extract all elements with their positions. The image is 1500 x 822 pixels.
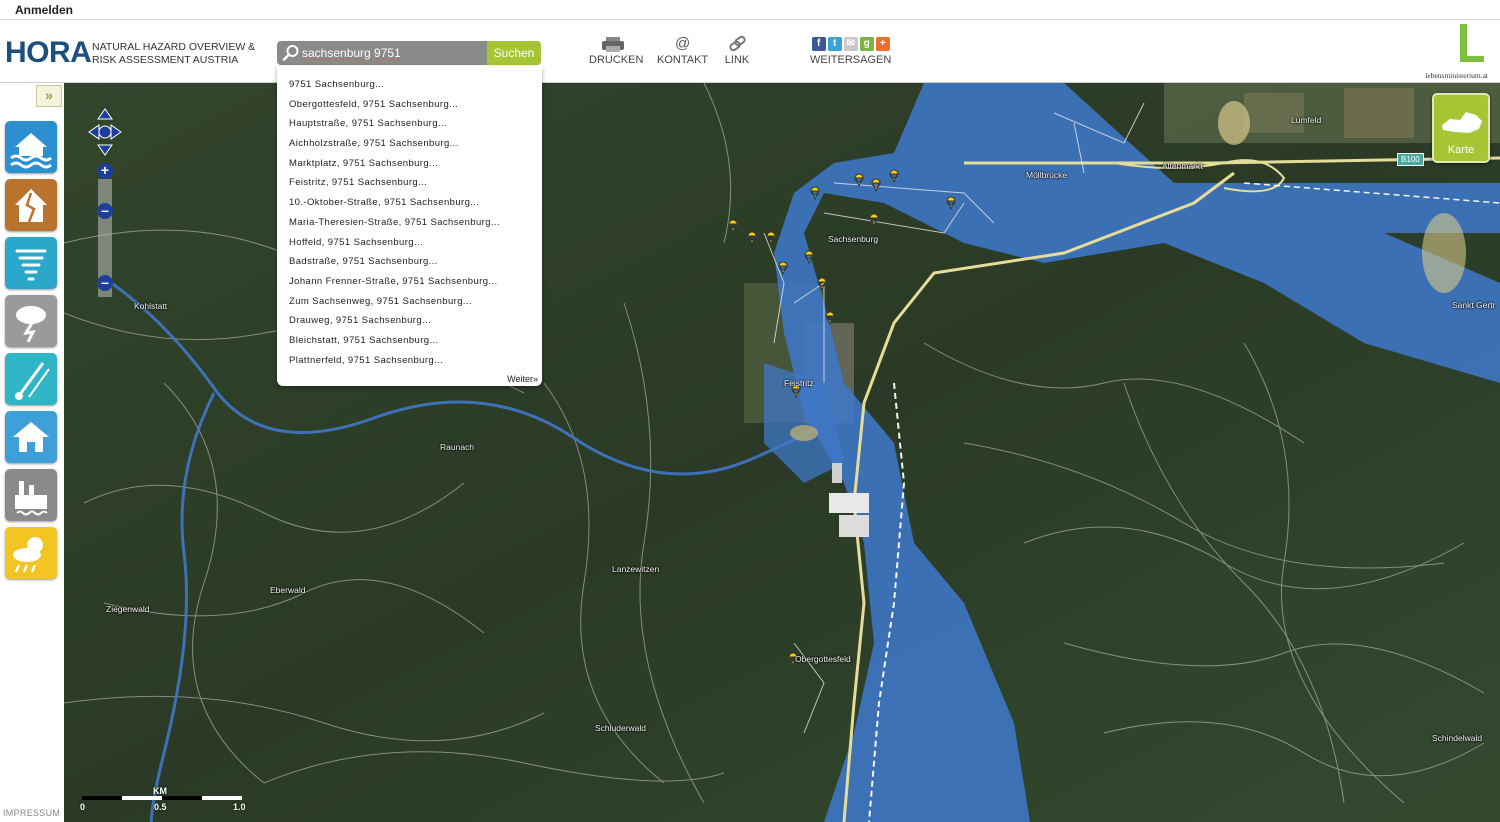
hail-icon — [15, 362, 50, 400]
place-label: Möllbrücke — [1026, 170, 1068, 180]
earthquake-hazard-button[interactable] — [5, 179, 57, 231]
contact-button[interactable]: @ KONTAKT — [657, 34, 708, 66]
zoom-out-button[interactable]: – — [97, 275, 113, 291]
earthquake-house-icon — [15, 189, 47, 223]
industry-hazard-button[interactable] — [5, 469, 57, 521]
scale-label: 0.5 — [154, 802, 167, 812]
header: HORA NATURAL HAZARD OVERVIEW & RISK ASSE… — [0, 20, 1500, 83]
search-bar: Suchen — [277, 41, 541, 65]
map-type-label: Karte — [1447, 144, 1475, 156]
print-button[interactable]: DRUCKEN — [589, 34, 643, 66]
place-label: Ziegenwald — [106, 604, 150, 614]
place-label: Lumfeld — [1291, 115, 1322, 125]
suggestion-item[interactable]: Aichholzstraße, 9751 Sachsenburg... — [277, 134, 542, 154]
share-icons: f t ✉ g + — [810, 34, 891, 54]
suggestion-item[interactable]: Drauweg, 9751 Sachsenburg... — [277, 311, 542, 331]
suggestion-item[interactable]: Hoffeld, 9751 Sachsenburg... — [277, 233, 542, 253]
link-button[interactable]: LINK — [724, 34, 750, 66]
place-label: Sankt Gertr — [1452, 300, 1496, 310]
scale-bar: KM 0 0.5 1.0 — [80, 786, 260, 816]
ministry-logo-text: lebensministerium.at — [1425, 71, 1488, 80]
hazard-sidebar: » IMPRESSUM — [0, 83, 64, 822]
at-sign-icon: @ — [674, 35, 691, 52]
suggestion-item[interactable]: Feistritz, 9751 Sachsenburg... — [277, 173, 542, 193]
more-results-link[interactable]: Weiter» — [507, 374, 538, 384]
email-icon[interactable]: ✉ — [843, 37, 858, 51]
scale-label: 0 — [80, 802, 86, 812]
logo-subtitle: NATURAL HAZARD OVERVIEW & RISK ASSESSMEN… — [92, 41, 255, 67]
place-label: Sachsenburg — [828, 234, 879, 244]
chain-link-icon — [729, 35, 746, 52]
contact-label: KONTAKT — [657, 54, 709, 66]
google-icon[interactable]: g — [859, 37, 874, 51]
map-type-button[interactable]: Karte — [1432, 93, 1490, 163]
print-label: DRUCKEN — [589, 54, 644, 66]
thunderstorm-hazard-button[interactable] — [5, 295, 57, 347]
expand-sidebar-button[interactable]: » — [36, 85, 62, 107]
scale-label: 1.0 — [233, 802, 246, 812]
place-label: Altenmarkt — [1162, 161, 1203, 171]
thunderstorm-icon — [16, 306, 46, 343]
place-label: Kohlstatt — [134, 301, 168, 311]
place-label: Eberwald — [270, 585, 306, 595]
suggestion-item[interactable]: Marktplatz, 9751 Sachsenburg... — [277, 154, 542, 174]
facebook-icon[interactable]: f — [811, 37, 826, 51]
suggestion-item[interactable]: 9751 Sachsenburg... — [277, 75, 542, 95]
zoom-slider-handle[interactable]: – — [97, 203, 113, 219]
suggestion-item[interactable]: Johann Frenner-Straße, 9751 Sachsenburg.… — [277, 272, 542, 292]
place-label: Schluderwald — [595, 723, 647, 733]
map-navigation: + – – — [87, 107, 123, 297]
logo-subtitle-line1: NATURAL HAZARD OVERVIEW & — [92, 41, 256, 53]
snow-load-house-icon — [13, 422, 49, 452]
suggestion-item[interactable]: Maria-Theresien-Straße, 9751 Sachsenburg… — [277, 213, 542, 233]
flood-hazard-button[interactable] — [5, 121, 57, 173]
place-label: Feistritz — [784, 378, 814, 388]
hora-logo[interactable]: HORA — [5, 38, 92, 68]
storm-hazard-button[interactable] — [5, 237, 57, 289]
search-button[interactable]: Suchen — [487, 41, 541, 65]
suggestion-list: 9751 Sachsenburg... Obergottesfeld, 9751… — [277, 66, 542, 370]
logo-subtitle-line2: RISK ASSESSMENT AUSTRIA — [92, 54, 239, 66]
pan-arrows-icon[interactable] — [87, 107, 123, 157]
factory-icon — [15, 481, 48, 516]
place-label: Obergottesfeld — [795, 654, 851, 664]
suggestion-item[interactable]: Badstraße, 9751 Sachsenburg... — [277, 252, 542, 272]
suggestion-item[interactable]: Hauptstraße, 9751 Sachsenburg... — [277, 114, 542, 134]
snow-load-hazard-button[interactable] — [5, 411, 57, 463]
link-label: LINK — [724, 54, 750, 66]
road-label-b100: B100 — [1397, 153, 1424, 166]
share-label: WEITERSAGEN — [810, 54, 892, 66]
climate-sun-rain-icon — [13, 537, 43, 573]
suggestion-item[interactable]: Plattnerfeld, 9751 Sachsenburg... — [277, 351, 542, 371]
suggestion-item[interactable]: 10.-Oktober-Straße, 9751 Sachsenburg... — [277, 193, 542, 213]
printer-icon — [602, 37, 624, 52]
zoom-in-button[interactable]: + — [97, 163, 113, 179]
hail-hazard-button[interactable] — [5, 353, 57, 405]
search-icon — [282, 45, 299, 61]
flood-icon — [10, 133, 52, 169]
twitter-icon[interactable]: t — [827, 37, 842, 51]
austria-map-icon — [1442, 112, 1482, 133]
climate-hazard-button[interactable] — [5, 527, 57, 579]
place-label: Schindelwald — [1432, 733, 1483, 743]
suggestion-item[interactable]: Obergottesfeld, 9751 Sachsenburg... — [277, 95, 542, 115]
ministry-l-icon — [1460, 24, 1484, 62]
login-link[interactable]: Anmelden — [15, 3, 73, 17]
scale-unit: KM — [153, 786, 167, 796]
add-share-icon[interactable]: + — [875, 37, 890, 51]
search-input[interactable] — [302, 44, 482, 62]
share-menu[interactable]: f t ✉ g + WEITERSAGEN — [810, 34, 891, 66]
suggestion-item[interactable]: Bleichstatt, 9751 Sachsenburg... — [277, 331, 542, 351]
ministry-logo[interactable]: lebensministerium.at — [1408, 24, 1488, 80]
search-suggestions: 9751 Sachsenburg... Obergottesfeld, 9751… — [277, 66, 542, 386]
top-bar: Anmelden — [0, 0, 1500, 20]
impressum-link[interactable]: IMPRESSUM — [3, 808, 60, 818]
storm-icon — [15, 249, 47, 281]
suggestion-item[interactable]: Zum Sachsenweg, 9751 Sachsenburg... — [277, 292, 542, 312]
place-label: Raunach — [440, 442, 475, 452]
place-label: Lanzewitzen — [612, 564, 660, 574]
